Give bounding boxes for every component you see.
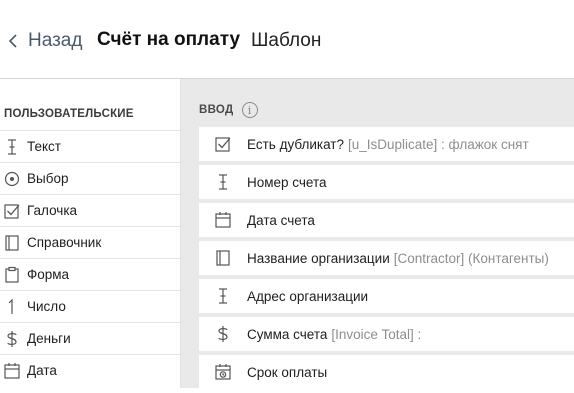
palette-item-choice[interactable]: Выбор	[0, 162, 180, 194]
palette-list: Текст Выбор Галочка Справочник Форма Чис…	[0, 130, 180, 386]
field-row-payment-due[interactable]: Срок оплаты	[199, 355, 574, 389]
field-palette: ПОЛЬЗОВАТЕЛЬСКИЕ Текст Выбор Галочка Спр…	[0, 79, 181, 388]
calendar-icon	[0, 359, 24, 383]
calendar-clock-icon	[211, 360, 235, 384]
field-meta: [u_IsDuplicate] : флажок снят	[348, 136, 529, 152]
field-list: Есть дубликат? [u_IsDuplicate] : флажок …	[199, 127, 574, 393]
field-label: Адрес организации	[247, 288, 369, 304]
field-row-organization-name[interactable]: Название организации [Contractor] (Конта…	[199, 241, 574, 275]
palette-item-label: Текст	[27, 139, 61, 154]
palette-heading: ПОЛЬЗОВАТЕЛЬСКИЕ	[4, 108, 134, 120]
field-row-invoice-number[interactable]: Номер счета	[199, 165, 574, 199]
text-cursor-icon	[0, 135, 24, 159]
field-label: Дата счета	[247, 212, 315, 228]
input-section-heading: ВВОД	[199, 104, 234, 116]
dollar-icon	[0, 327, 24, 351]
text-cursor-icon	[211, 284, 235, 308]
palette-item-label: Число	[27, 299, 66, 314]
field-row-organization-address[interactable]: Адрес организации	[199, 279, 574, 313]
calendar-icon	[211, 208, 235, 232]
input-section-header: ВВОД i	[199, 101, 258, 119]
book-icon	[0, 231, 24, 255]
palette-item-money[interactable]: Деньги	[0, 322, 180, 354]
palette-item-checkbox[interactable]: Галочка	[0, 194, 180, 226]
palette-item-label: Дата	[27, 363, 57, 378]
field-row-invoice-date[interactable]: Дата счета	[199, 203, 574, 237]
clipboard-icon	[0, 263, 24, 287]
checkbox-icon	[211, 132, 235, 156]
page-title: Счёт на оплату	[97, 29, 241, 50]
back-label: Назад	[28, 30, 83, 51]
field-row-invoice-total[interactable]: Сумма счета [Invoice Total] :	[199, 317, 574, 351]
palette-item-date[interactable]: Дата	[0, 354, 180, 386]
field-meta: [Invoice Total] :	[331, 326, 422, 342]
palette-item-text[interactable]: Текст	[0, 130, 180, 162]
palette-item-label: Галочка	[27, 203, 78, 218]
checkbox-icon	[0, 199, 24, 223]
text-cursor-icon	[211, 170, 235, 194]
palette-item-label: Форма	[27, 267, 70, 282]
palette-item-label: Справочник	[27, 235, 102, 250]
field-label: Название организации	[247, 250, 390, 266]
palette-item-label: Деньги	[27, 331, 71, 346]
field-meta: [Contractor] (Контагенты)	[393, 250, 549, 266]
palette-item-label: Выбор	[27, 171, 69, 186]
palette-item-reference[interactable]: Справочник	[0, 226, 180, 258]
field-label: Номер счета	[247, 174, 327, 190]
field-label: Сумма счета	[247, 326, 328, 342]
info-icon[interactable]: i	[241, 102, 258, 118]
book-icon	[211, 246, 235, 270]
field-row-duplicate[interactable]: Есть дубликат? [u_IsDuplicate] : флажок …	[199, 127, 574, 161]
back-button[interactable]: Назад	[8, 28, 82, 54]
radio-icon	[0, 167, 24, 191]
dollar-icon	[211, 322, 235, 346]
page-header: Назад Счёт на оплату Шаблон	[0, 0, 574, 78]
palette-item-number[interactable]: Число	[0, 290, 180, 322]
field-label: Есть дубликат?	[247, 136, 344, 152]
field-label: Срок оплаты	[247, 364, 328, 380]
chevron-left-icon	[8, 33, 18, 49]
input-section: ВВОД i Есть дубликат? [u_IsDuplicate] : …	[181, 79, 574, 389]
number-icon	[0, 295, 24, 319]
palette-item-form[interactable]: Форма	[0, 258, 180, 290]
page-subtitle: Шаблон	[251, 30, 322, 51]
